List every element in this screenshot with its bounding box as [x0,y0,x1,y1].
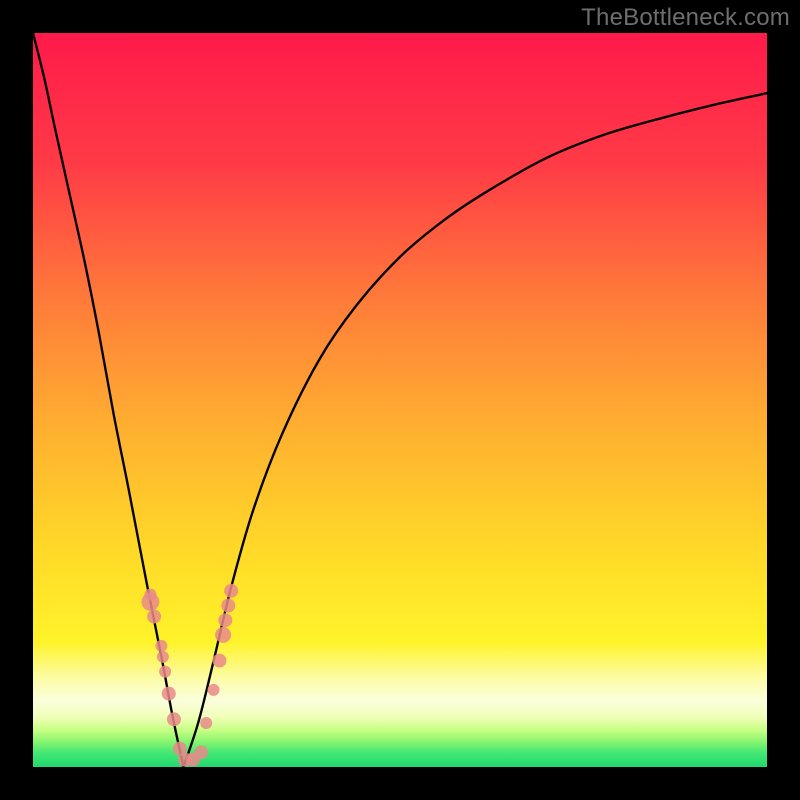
data-dot [218,613,232,627]
data-dot [155,640,167,652]
data-dot [147,610,161,624]
data-dot [194,745,208,759]
data-dot [157,651,169,663]
data-dot [144,589,156,601]
data-dot [162,687,176,701]
gradient-background [33,33,767,767]
chart-svg [33,33,767,767]
data-dot [208,684,220,696]
data-dot [224,584,238,598]
data-dot [167,712,181,726]
data-dot [200,717,212,729]
data-dot [215,627,231,643]
watermark-text: TheBottleneck.com [581,4,790,32]
chart-container: { "watermark": "TheBottleneck.com", "col… [0,0,800,800]
data-dot [212,654,226,668]
data-dot [221,599,235,613]
data-dot [159,666,171,678]
plot-area [33,33,767,767]
